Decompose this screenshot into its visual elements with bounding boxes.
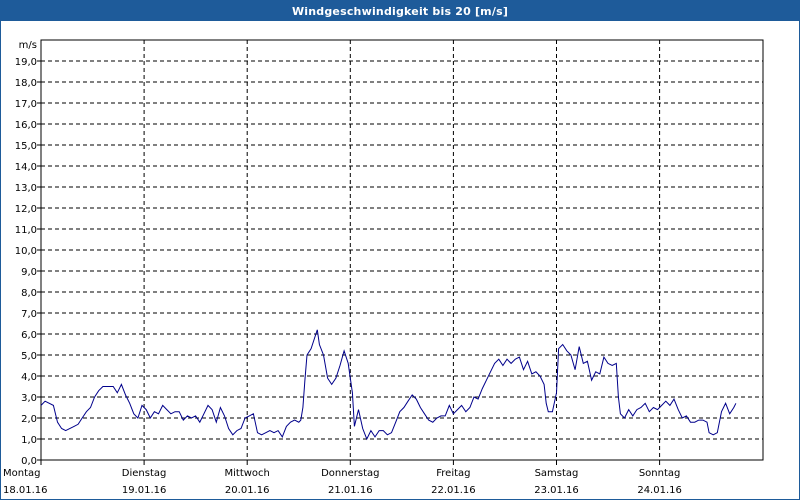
y-tick-label: 1,0 [21, 435, 37, 446]
y-tick-label: 6,0 [21, 330, 37, 341]
x-tick-label-day: Freitag [436, 468, 470, 479]
y-tick-label: 2,0 [21, 414, 37, 425]
x-tick-label-date: 18.01.16 [3, 485, 48, 496]
y-tick-label: 17,0 [15, 99, 37, 110]
x-tick-label-day: Sonntag [639, 468, 681, 479]
x-tick-label-date: 23.01.16 [534, 485, 579, 496]
y-tick-label: 15,0 [15, 141, 37, 152]
y-tick-label: 5,0 [21, 351, 37, 362]
y-tick-label: 12,0 [15, 204, 37, 215]
y-tick-label: 7,0 [21, 309, 37, 320]
y-tick-label: 8,0 [21, 288, 37, 299]
x-tick-label-day: Samstag [535, 468, 579, 479]
y-tick-label: 0,0 [21, 456, 37, 467]
x-tick-label-day: Montag [3, 468, 40, 479]
x-tick-label-date: 24.01.16 [637, 485, 682, 496]
y-tick-label: 19,0 [15, 57, 37, 68]
y-tick-label: 13,0 [15, 183, 37, 194]
y-tick-label: 14,0 [15, 162, 37, 173]
y-tick-label: 10,0 [15, 246, 37, 257]
y-axis-label: m/s [19, 40, 37, 51]
x-tick-label-day: Mittwoch [225, 468, 270, 479]
y-tick-label: 4,0 [21, 372, 37, 383]
y-tick-label: 3,0 [21, 393, 37, 404]
x-tick-label-day: Donnerstag [321, 468, 379, 479]
y-tick-label: 18,0 [15, 78, 37, 89]
y-tick-label: 16,0 [15, 120, 37, 131]
x-tick-label-date: 22.01.16 [431, 485, 476, 496]
series-line-wind-speed [40, 329, 737, 441]
wind-speed-chart: 0,0 1,0 2,0 3,0 4,0 5,0 6,0 7,0 8,0 9,0 10,0 11,0 12… [3, 39, 764, 496]
y-tick-label: 9,0 [21, 267, 37, 278]
x-tick-label-date: 20.01.16 [225, 485, 270, 496]
x-tick-label-date: 21.01.16 [328, 485, 373, 496]
x-tick-label-day: Dienstag [122, 468, 167, 479]
x-tick-label-date: 19.01.16 [122, 485, 167, 496]
y-tick-label: 11,0 [15, 225, 37, 236]
